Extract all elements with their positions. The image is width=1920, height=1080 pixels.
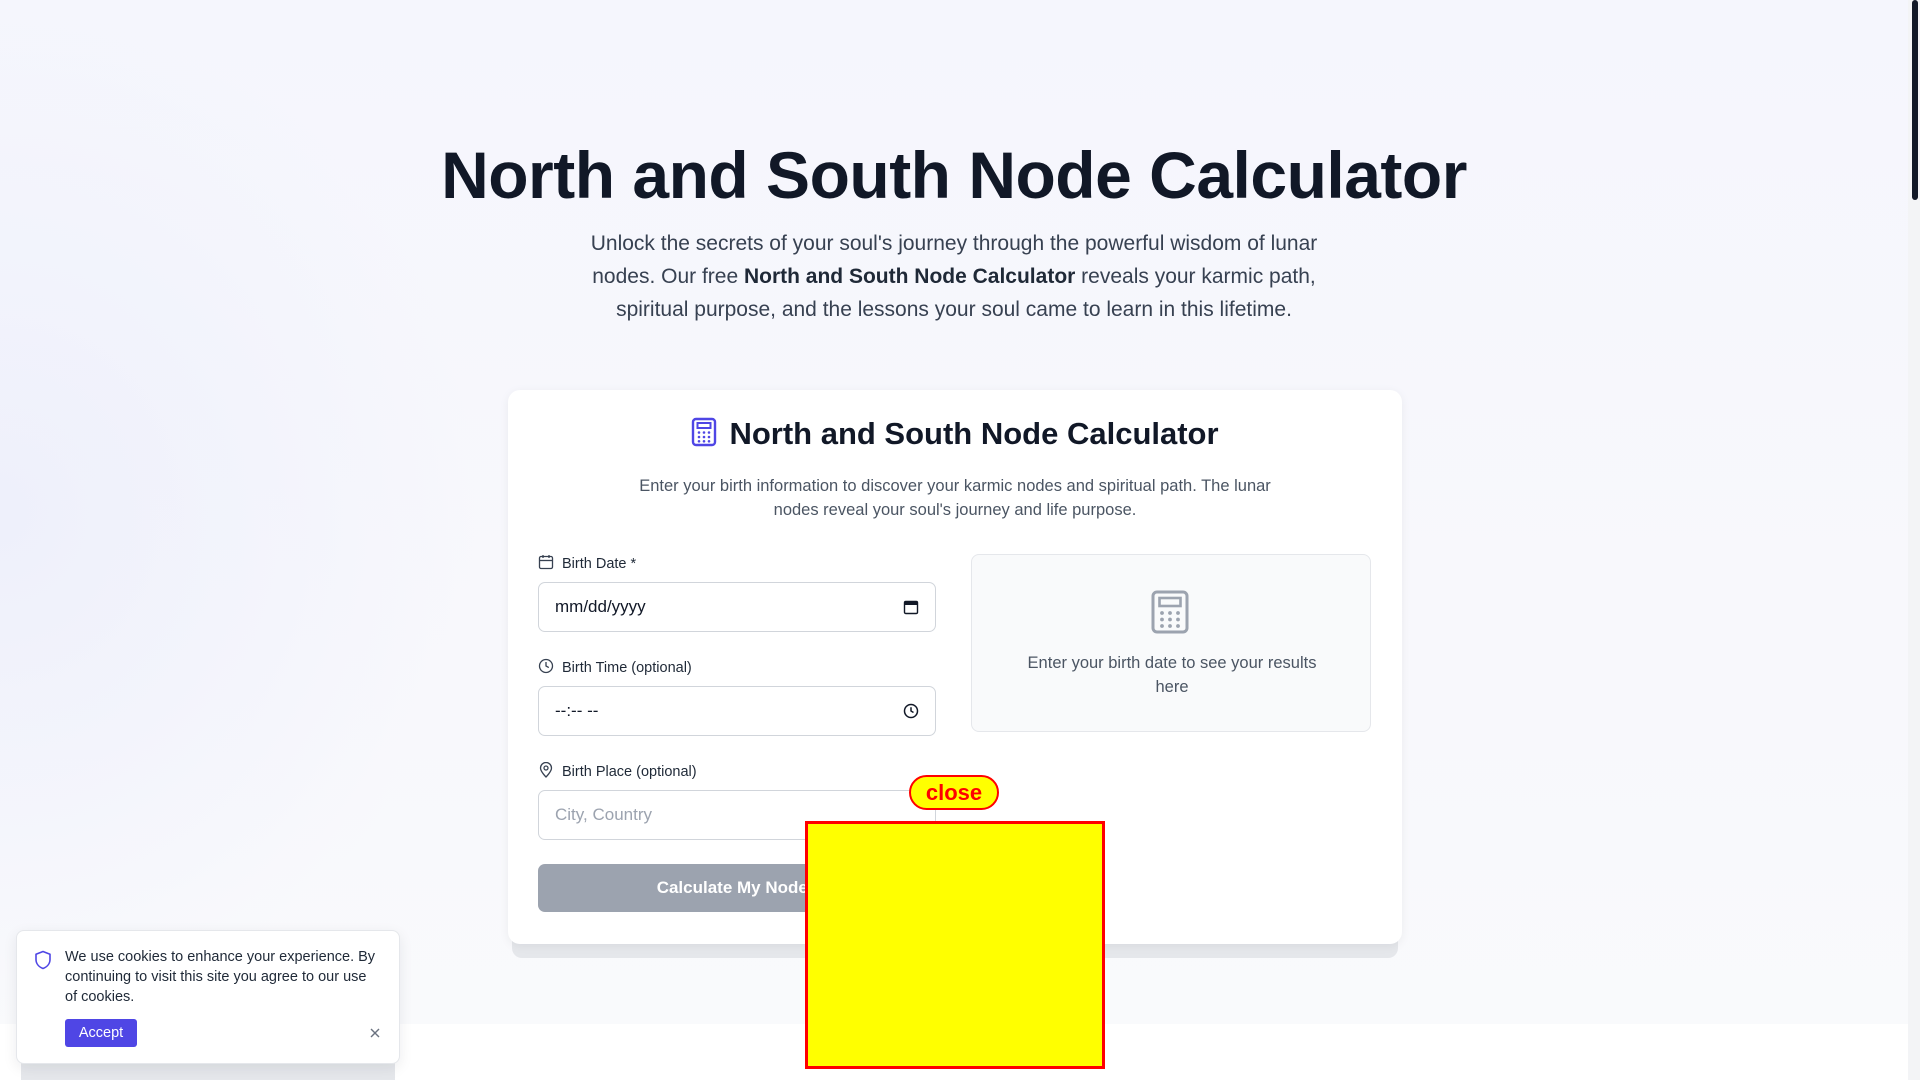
clock-icon [538, 658, 554, 678]
birth-place-label-text: Birth Place (optional) [562, 764, 697, 780]
calculator-title: North and South Node Calculator [729, 416, 1219, 451]
birth-time-value: --:-- -- [555, 701, 599, 720]
results-placeholder: Enter your birth date to see your result… [1027, 654, 1317, 696]
birth-date-label: Birth Date * [538, 554, 636, 574]
shield-icon [34, 950, 52, 975]
calculator-header: North and South Node Calculator [508, 416, 1402, 452]
results-panel: Enter your birth date to see your result… [971, 554, 1371, 732]
cookie-banner: We use cookies to enhance your experienc… [16, 930, 400, 1064]
time-picker-icon[interactable] [903, 703, 919, 719]
birth-time-label: Birth Time (optional) [538, 658, 692, 678]
hero-description-emphasis: North and South Node Calculator [743, 265, 1076, 288]
ad-close-button[interactable]: close [909, 775, 999, 810]
birth-place-placeholder: City, Country [555, 805, 652, 824]
calculator-icon [1150, 589, 1190, 640]
calendar-picker-icon[interactable] [903, 599, 919, 615]
birth-date-value: mm/dd/yyyy [555, 597, 646, 616]
accept-cookies-button[interactable]: Accept [65, 1019, 137, 1047]
birth-time-input[interactable]: --:-- -- [538, 686, 936, 736]
page-title: North and South Node Calculator [441, 138, 1467, 212]
calendar-icon [538, 554, 554, 574]
calculator-description: Enter your birth information to discover… [639, 477, 1271, 519]
birth-time-label-text: Birth Time (optional) [562, 660, 692, 676]
scrollbar-thumb[interactable] [1912, 0, 1918, 200]
hero-description: Unlock the secrets of your soul's journe… [566, 227, 1342, 326]
birth-date-label-text: Birth Date * [562, 556, 637, 572]
scrollbar[interactable] [1908, 0, 1920, 1080]
birth-place-label: Birth Place (optional) [538, 761, 697, 782]
cookie-message: We use cookies to enhance your experienc… [65, 949, 376, 1005]
birth-date-input[interactable]: mm/dd/yyyy [538, 582, 936, 632]
close-icon[interactable] [367, 1025, 383, 1041]
map-pin-icon [538, 761, 554, 782]
calculator-icon [691, 417, 717, 452]
ad-overlay[interactable] [805, 821, 1105, 1069]
